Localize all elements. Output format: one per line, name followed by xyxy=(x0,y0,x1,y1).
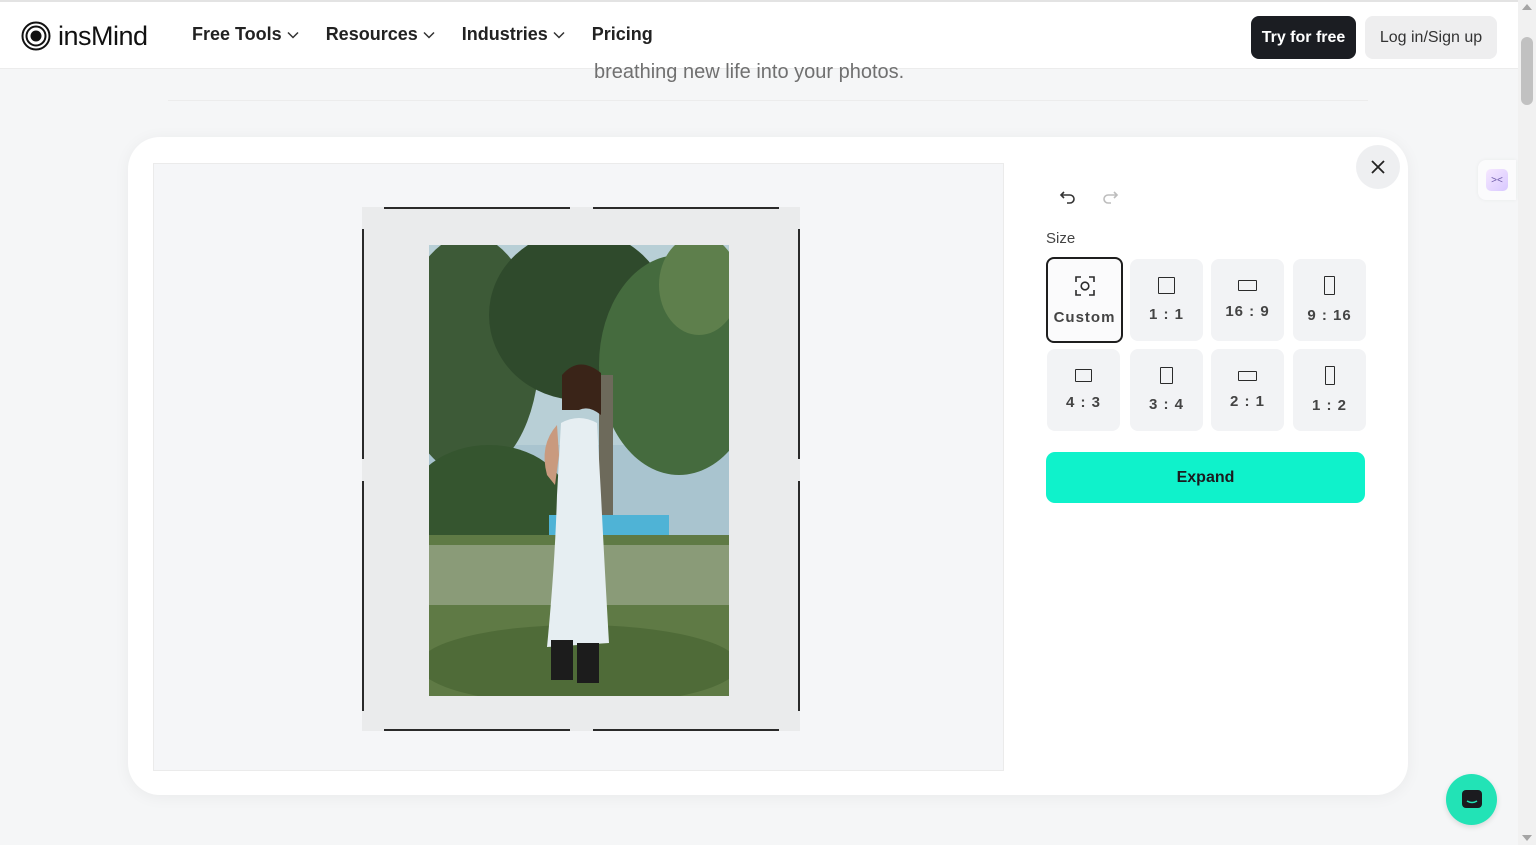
menu-free-tools[interactable]: Free Tools xyxy=(192,24,299,45)
size-option-3-4[interactable]: 3 : 4 xyxy=(1130,349,1203,431)
size-option-label: 16 : 9 xyxy=(1225,303,1270,320)
brand-name: insMind xyxy=(58,20,148,51)
size-option-1-1[interactable]: 1 : 1 xyxy=(1130,259,1203,341)
size-option-4-3[interactable]: 4 : 3 xyxy=(1047,349,1120,431)
scroll-down-arrow-icon[interactable] xyxy=(1522,835,1532,841)
size-option-9-16[interactable]: 9 : 16 xyxy=(1293,259,1366,341)
size-option-label: 9 : 16 xyxy=(1307,307,1352,324)
size-option-2-1[interactable]: 2 : 1 xyxy=(1211,349,1284,431)
brand-logo[interactable]: insMind xyxy=(21,20,148,52)
portrait-ratio-icon xyxy=(1160,367,1173,384)
expand-button[interactable]: Expand xyxy=(1046,452,1365,503)
frame-right-edge[interactable] xyxy=(798,481,800,711)
frame-top-edge[interactable] xyxy=(593,207,779,209)
undo-icon[interactable] xyxy=(1059,187,1077,205)
frame-bottom-edge[interactable] xyxy=(593,729,779,731)
main-menu: Free Tools Resources Industries Pricing xyxy=(192,24,653,45)
menu-resources[interactable]: Resources xyxy=(326,24,435,45)
top-navbar: insMind Free Tools Resources Industries … xyxy=(0,0,1518,69)
menu-label: Industries xyxy=(461,24,548,44)
try-for-free-button[interactable]: Try for free xyxy=(1251,16,1356,59)
size-option-label: 4 : 3 xyxy=(1065,394,1101,411)
close-button[interactable] xyxy=(1356,145,1400,189)
frame-left-edge[interactable] xyxy=(362,481,364,711)
chat-icon xyxy=(1461,789,1482,808)
size-option-custom[interactable]: Custom xyxy=(1046,257,1123,343)
menu-label: Resources xyxy=(325,24,418,44)
login-signup-button[interactable]: Log in/Sign up xyxy=(1365,16,1497,59)
page-scrollbar[interactable] xyxy=(1518,0,1536,845)
size-option-1-2[interactable]: 1 : 2 xyxy=(1293,349,1366,431)
wide-ratio-icon xyxy=(1238,370,1257,381)
size-option-label: 3 : 4 xyxy=(1148,396,1184,413)
frame-top-edge[interactable] xyxy=(384,207,570,209)
scroll-thumb[interactable] xyxy=(1521,37,1533,105)
redo-icon[interactable] xyxy=(1101,187,1119,205)
logo-icon xyxy=(21,21,51,51)
assistant-icon: >< xyxy=(1486,169,1508,191)
size-section-label: Size xyxy=(1046,230,1076,247)
square-ratio-icon xyxy=(1158,277,1175,294)
frame-right-edge[interactable] xyxy=(798,229,800,459)
side-assistant-tab[interactable]: >< xyxy=(1478,160,1516,200)
canvas-area xyxy=(153,163,1004,771)
frame-bottom-edge[interactable] xyxy=(384,729,570,731)
chevron-down-icon xyxy=(287,31,299,39)
size-option-label: 2 : 1 xyxy=(1229,392,1265,410)
menu-pricing[interactable]: Pricing xyxy=(592,24,653,45)
wide-ratio-icon xyxy=(1238,280,1257,291)
tall-ratio-icon xyxy=(1324,366,1335,385)
menu-industries[interactable]: Industries xyxy=(462,24,565,45)
page-subtitle: breathing new life into your photos. xyxy=(594,61,905,83)
custom-focus-icon xyxy=(1074,275,1095,296)
size-option-label: 1 : 2 xyxy=(1311,397,1347,414)
divider xyxy=(168,100,1368,101)
tall-ratio-icon xyxy=(1324,276,1335,295)
expand-editor-modal: Size Custom 1 : 1 16 : 9 9 : 16 4 : 3 3 … xyxy=(128,137,1408,795)
menu-label: Pricing xyxy=(591,24,653,44)
size-option-label: 1 : 1 xyxy=(1148,306,1184,323)
close-icon xyxy=(1371,160,1385,174)
chat-support-button[interactable] xyxy=(1446,774,1497,825)
expand-frame[interactable] xyxy=(362,207,800,731)
scroll-up-arrow-icon[interactable] xyxy=(1522,4,1532,10)
menu-label: Free Tools xyxy=(192,24,282,44)
size-option-label: Custom xyxy=(1053,308,1116,326)
landscape-ratio-icon xyxy=(1075,369,1092,382)
chevron-down-icon xyxy=(553,31,565,39)
frame-left-edge[interactable] xyxy=(362,229,364,459)
size-option-16-9[interactable]: 16 : 9 xyxy=(1211,259,1284,341)
chevron-down-icon xyxy=(423,31,435,39)
uploaded-photo xyxy=(429,245,729,696)
